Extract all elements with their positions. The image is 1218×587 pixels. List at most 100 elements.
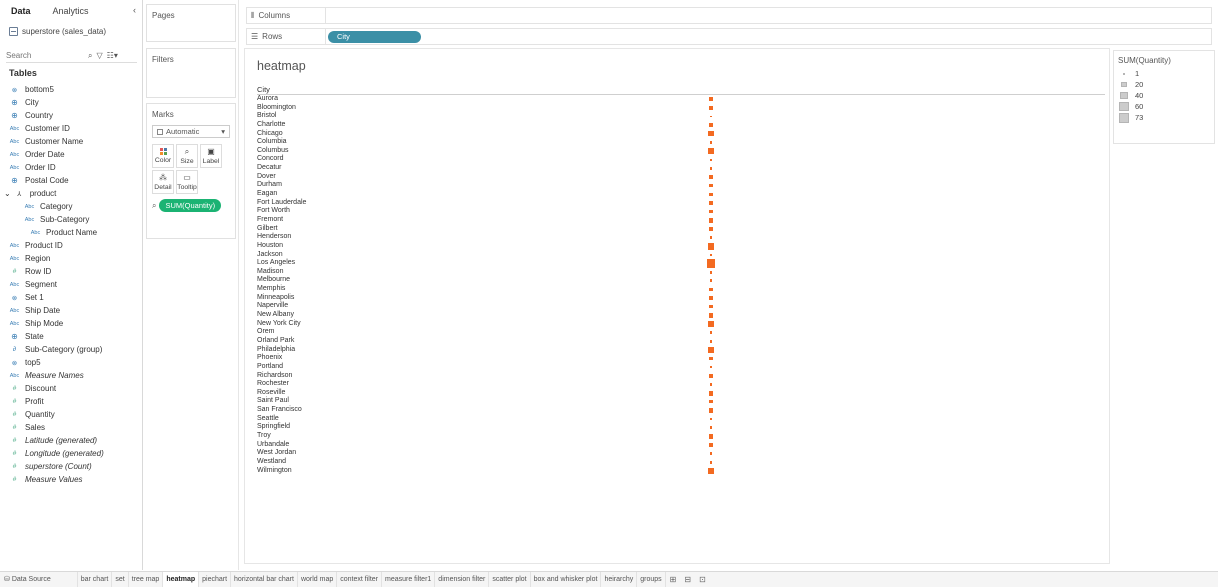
heatmap-mark[interactable] — [709, 426, 713, 429]
size-button[interactable]: ⌕ Size — [176, 144, 198, 168]
field-item[interactable]: Abc Product Name — [0, 226, 143, 239]
city-label[interactable]: New Albany — [257, 311, 294, 320]
heatmap-mark[interactable] — [707, 242, 715, 250]
detail-button[interactable]: ⁂ Detail — [152, 170, 174, 194]
field-item[interactable]: ⊗ bottom5 — [0, 83, 143, 96]
city-label[interactable]: Durham — [257, 181, 282, 190]
heatmap-mark[interactable] — [708, 312, 714, 318]
legend-entry[interactable]: 60 — [1114, 101, 1214, 112]
city-label[interactable]: Westland — [257, 458, 286, 467]
city-label[interactable]: Dover — [257, 173, 276, 182]
search-input[interactable] — [6, 51, 84, 60]
tab-data[interactable]: Data — [0, 0, 42, 22]
heatmap-mark[interactable] — [709, 382, 713, 386]
heatmap-mark[interactable] — [709, 236, 713, 240]
city-pill[interactable]: City — [328, 30, 421, 43]
sheet-tab[interactable]: groups — [637, 571, 666, 587]
city-label[interactable]: Phoenix — [257, 354, 282, 363]
filter-icon[interactable]: ▽ — [96, 51, 102, 60]
heatmap-mark[interactable] — [708, 433, 714, 439]
field-item[interactable]: ⊕ Postal Code — [0, 174, 143, 187]
city-label[interactable]: Portland — [257, 363, 283, 372]
city-label[interactable]: Bloomington — [257, 104, 296, 113]
sheet-tab[interactable]: heatmap — [163, 571, 200, 587]
row-header-label[interactable]: City — [257, 85, 270, 94]
heatmap-mark[interactable] — [709, 192, 713, 197]
heatmap-mark[interactable] — [709, 253, 713, 257]
sheet-tab[interactable]: tree map — [129, 571, 164, 587]
field-item[interactable]: Abc Ship Date — [0, 304, 143, 317]
city-label[interactable]: Columbus — [257, 147, 289, 156]
city-label[interactable]: New York City — [257, 320, 301, 329]
heatmap-mark[interactable] — [709, 141, 713, 144]
city-label[interactable]: Los Angeles — [257, 259, 295, 268]
city-label[interactable]: Eagan — [257, 190, 277, 199]
city-label[interactable]: Urbandale — [257, 441, 289, 450]
city-label[interactable]: Fort Worth — [257, 207, 290, 216]
field-item[interactable]: ⊕ State — [0, 330, 143, 343]
heatmap-mark[interactable] — [709, 331, 713, 335]
field-item[interactable]: # Discount — [0, 382, 143, 395]
city-label[interactable]: Gilbert — [257, 225, 278, 234]
field-item[interactable]: Abc Ship Mode — [0, 317, 143, 330]
search-icon[interactable]: ⌕ — [88, 51, 92, 61]
view-options-icon[interactable]: ☷▾ — [107, 51, 118, 60]
field-item[interactable]: # Measure Values — [0, 473, 143, 486]
heatmap-mark[interactable] — [708, 226, 714, 231]
city-label[interactable]: Madison — [257, 268, 283, 277]
sum-quantity-pill[interactable]: SUM(Quantity) — [159, 199, 222, 212]
legend-title[interactable]: SUM(Quantity) — [1114, 51, 1214, 68]
city-label[interactable]: Rochester — [257, 380, 289, 389]
data-source-tab[interactable]: ⛁ Data Source — [0, 571, 78, 587]
heatmap-mark[interactable] — [708, 321, 714, 327]
city-label[interactable]: Wilmington — [257, 467, 292, 476]
field-item[interactable]: ⊕ City — [0, 96, 143, 109]
field-item[interactable]: Abc Order ID — [0, 161, 143, 174]
heatmap-mark[interactable] — [709, 305, 713, 309]
field-item[interactable]: # Profit — [0, 395, 143, 408]
heatmap-mark[interactable] — [708, 468, 714, 474]
field-item[interactable]: # Sales — [0, 421, 143, 434]
tab-analytics[interactable]: Analytics — [42, 0, 100, 22]
city-label[interactable]: Columbia — [257, 138, 287, 147]
sheet-tab[interactable]: piechart — [199, 571, 232, 587]
new-story-icon[interactable]: ⊡ — [695, 575, 710, 584]
sheet-tab[interactable]: dimension filter — [435, 571, 490, 587]
heatmap-mark[interactable] — [709, 296, 713, 300]
city-label[interactable]: Orem — [257, 328, 275, 337]
city-label[interactable]: Springfield — [257, 423, 290, 432]
heatmap-mark[interactable] — [709, 97, 713, 102]
heatmap-mark[interactable] — [709, 460, 713, 464]
legend-entry[interactable]: 1 — [1114, 68, 1214, 79]
city-label[interactable]: Fremont — [257, 216, 283, 225]
rows-shelf[interactable]: ☰ Rows City — [246, 28, 1212, 45]
city-label[interactable]: Orland Park — [257, 337, 294, 346]
tooltip-button[interactable]: ▭ Tooltip — [176, 170, 198, 194]
sheet-tab[interactable]: scatter plot — [489, 571, 531, 587]
field-item[interactable]: # Quantity — [0, 408, 143, 421]
heatmap-mark[interactable] — [708, 218, 714, 223]
heatmap-mark[interactable] — [709, 417, 713, 421]
collapse-pane-icon[interactable]: ‹ — [133, 5, 136, 15]
sheet-tab[interactable]: heirarchy — [601, 571, 638, 587]
city-label[interactable]: Aurora — [257, 95, 278, 104]
pages-card[interactable]: Pages — [146, 4, 236, 42]
city-label[interactable]: Richardson — [257, 372, 292, 381]
sheet-tab[interactable]: world map — [298, 571, 338, 587]
city-label[interactable]: West Jordan — [257, 449, 296, 458]
filters-card[interactable]: Filters — [146, 48, 236, 98]
sheet-tab[interactable]: set — [112, 571, 129, 587]
field-item[interactable]: ⊕ Country — [0, 109, 143, 122]
heatmap-mark[interactable] — [706, 259, 716, 268]
field-item[interactable]: Abc Order Date — [0, 148, 143, 161]
field-item[interactable]: Abc Region — [0, 252, 143, 265]
heatmap-mark[interactable] — [710, 366, 712, 368]
sheet-tab[interactable]: context filter — [337, 571, 382, 587]
city-label[interactable]: Memphis — [257, 285, 285, 294]
city-label[interactable]: Melbourne — [257, 276, 290, 285]
new-dashboard-icon[interactable]: ⊟ — [680, 575, 695, 584]
heatmap-mark[interactable] — [709, 201, 713, 205]
city-label[interactable]: Bristol — [257, 112, 276, 121]
city-label[interactable]: Concord — [257, 155, 283, 164]
field-item[interactable]: ⌄ ⅄ product — [0, 187, 143, 200]
